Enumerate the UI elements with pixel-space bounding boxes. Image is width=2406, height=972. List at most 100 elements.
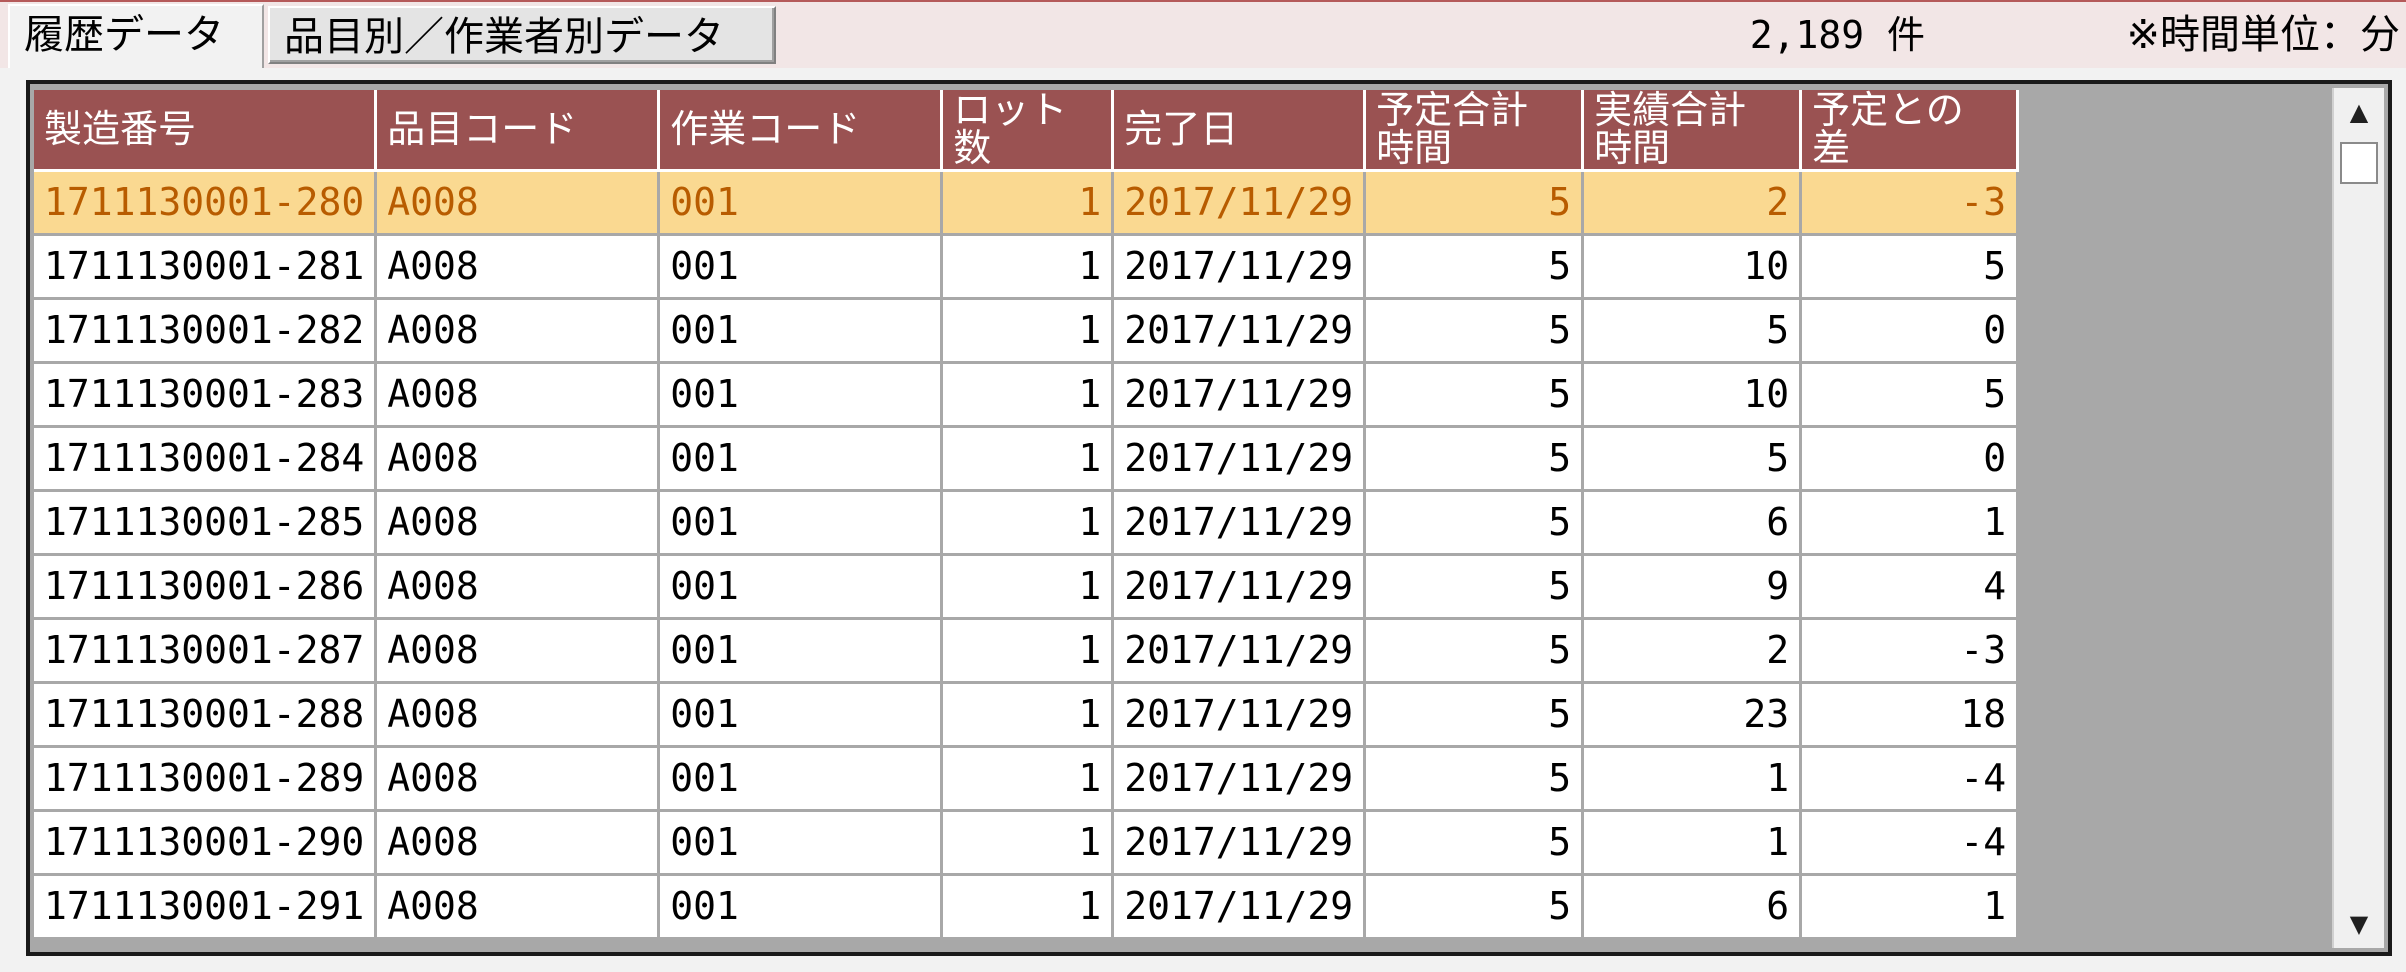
table-cell[interactable]: 1711130001-280: [34, 170, 378, 236]
table-cell[interactable]: 5: [1364, 298, 1585, 364]
table-row[interactable]: 1711130001-285 A008 001 1 2017/11/29 5 6 1: [34, 490, 2020, 556]
table-cell[interactable]: 1711130001-281: [34, 234, 378, 300]
table-cell[interactable]: 10: [1582, 234, 1803, 300]
table-cell[interactable]: 1711130001-287: [34, 618, 378, 684]
table-cell[interactable]: 5: [1364, 234, 1585, 300]
table-cell[interactable]: 1: [941, 682, 1115, 748]
table-cell[interactable]: 2017/11/29: [1112, 618, 1367, 684]
table-cell[interactable]: 1711130001-286: [34, 554, 378, 620]
table-cell[interactable]: 2017/11/29: [1112, 746, 1367, 812]
table-row[interactable]: 1711130001-286 A008 001 1 2017/11/29 5 9 4: [34, 554, 2020, 620]
table-row[interactable]: 1711130001-287 A008 001 1 2017/11/29 5 2 -3: [34, 618, 2020, 684]
column-header-1[interactable]: 品目コード: [375, 90, 661, 172]
table-cell[interactable]: 1711130001-283: [34, 362, 378, 428]
table-cell[interactable]: -4: [1800, 810, 2020, 876]
table-cell[interactable]: 10: [1582, 362, 1803, 428]
table-row[interactable]: 1711130001-280 A008 001 1 2017/11/29 5 2 -3: [34, 170, 2020, 236]
table-cell[interactable]: 5: [1364, 682, 1585, 748]
table-cell[interactable]: 5: [1364, 874, 1585, 940]
table-cell[interactable]: 5: [1364, 362, 1585, 428]
table-cell[interactable]: 1711130001-282: [34, 298, 378, 364]
column-header-5[interactable]: 予定合計 時間: [1364, 90, 1585, 172]
column-header-3[interactable]: ロット数: [941, 90, 1115, 172]
table-cell[interactable]: 9: [1582, 554, 1803, 620]
table-cell[interactable]: 5: [1364, 810, 1585, 876]
table-cell[interactable]: 2017/11/29: [1112, 170, 1367, 236]
table-cell[interactable]: -4: [1800, 746, 2020, 812]
table-cell[interactable]: 001: [658, 810, 944, 876]
table-cell[interactable]: 1711130001-285: [34, 490, 378, 556]
table-cell[interactable]: 001: [658, 874, 944, 940]
table-cell[interactable]: 5: [1582, 426, 1803, 492]
table-cell[interactable]: 1: [1800, 490, 2020, 556]
table-cell[interactable]: 001: [658, 426, 944, 492]
table-cell[interactable]: 001: [658, 170, 944, 236]
table-cell[interactable]: A008: [375, 810, 661, 876]
table-cell[interactable]: 001: [658, 554, 944, 620]
table-row[interactable]: 1711130001-282 A008 001 1 2017/11/29 5 5 0: [34, 298, 2020, 364]
table-cell[interactable]: 1: [941, 554, 1115, 620]
table-cell[interactable]: 1: [1582, 810, 1803, 876]
table-cell[interactable]: 0: [1800, 426, 2020, 492]
table-cell[interactable]: 1711130001-291: [34, 874, 378, 940]
table-row[interactable]: 1711130001-289 A008 001 1 2017/11/29 5 1 -4: [34, 746, 2020, 812]
table-cell[interactable]: 1711130001-289: [34, 746, 378, 812]
table-cell[interactable]: A008: [375, 682, 661, 748]
table-cell[interactable]: 1711130001-284: [34, 426, 378, 492]
table-cell[interactable]: 1711130001-288: [34, 682, 378, 748]
table-cell[interactable]: 001: [658, 234, 944, 300]
table-cell[interactable]: 18: [1800, 682, 2020, 748]
scroll-thumb[interactable]: [2340, 142, 2378, 184]
tab-history-data[interactable]: 履歴データ: [8, 4, 264, 68]
table-cell[interactable]: 5: [1364, 554, 1585, 620]
table-cell[interactable]: A008: [375, 618, 661, 684]
table-cell[interactable]: 5: [1364, 618, 1585, 684]
table-cell[interactable]: 2017/11/29: [1112, 490, 1367, 556]
table-cell[interactable]: 2017/11/29: [1112, 362, 1367, 428]
table-row[interactable]: 1711130001-288 A008 001 1 2017/11/29 5 23 18: [34, 682, 2020, 748]
table-cell[interactable]: 5: [1582, 298, 1803, 364]
table-cell[interactable]: 5: [1800, 234, 2020, 300]
table-cell[interactable]: 001: [658, 746, 944, 812]
scroll-up-icon[interactable]: ▲: [2334, 92, 2384, 132]
table-cell[interactable]: 001: [658, 682, 944, 748]
table-cell[interactable]: 2017/11/29: [1112, 234, 1367, 300]
table-cell[interactable]: 1: [1800, 874, 2020, 940]
table-cell[interactable]: 5: [1364, 170, 1585, 236]
table-cell[interactable]: 1: [941, 426, 1115, 492]
table-cell[interactable]: 1: [941, 298, 1115, 364]
table-row[interactable]: 1711130001-283 A008 001 1 2017/11/29 5 10 5: [34, 362, 2020, 428]
table-row[interactable]: 1711130001-284 A008 001 1 2017/11/29 5 5 0: [34, 426, 2020, 492]
tab-item-worker-data[interactable]: 品目別／作業者別データ: [268, 6, 776, 64]
table-cell[interactable]: -3: [1800, 618, 2020, 684]
table-cell[interactable]: 5: [1364, 490, 1585, 556]
column-header-6[interactable]: 実績合計 時間: [1582, 90, 1803, 172]
table-cell[interactable]: 2017/11/29: [1112, 554, 1367, 620]
scroll-down-icon[interactable]: ▼: [2334, 904, 2384, 944]
table-cell[interactable]: 2017/11/29: [1112, 874, 1367, 940]
table-cell[interactable]: A008: [375, 362, 661, 428]
table-cell[interactable]: 1: [941, 490, 1115, 556]
table-cell[interactable]: 4: [1800, 554, 2020, 620]
table-cell[interactable]: 1: [941, 810, 1115, 876]
column-header-2[interactable]: 作業コード: [658, 90, 944, 172]
table-cell[interactable]: 5: [1800, 362, 2020, 428]
table-cell[interactable]: 2: [1582, 170, 1803, 236]
table-cell[interactable]: 001: [658, 298, 944, 364]
table-cell[interactable]: 001: [658, 490, 944, 556]
table-cell[interactable]: A008: [375, 170, 661, 236]
table-cell[interactable]: 001: [658, 618, 944, 684]
table-cell[interactable]: 6: [1582, 874, 1803, 940]
column-header-7[interactable]: 予定との差: [1800, 90, 2020, 172]
table-cell[interactable]: 1: [941, 874, 1115, 940]
table-cell[interactable]: 1: [941, 618, 1115, 684]
table-cell[interactable]: A008: [375, 426, 661, 492]
table-cell[interactable]: 2017/11/29: [1112, 426, 1367, 492]
table-cell[interactable]: 2017/11/29: [1112, 298, 1367, 364]
table-cell[interactable]: A008: [375, 298, 661, 364]
table-cell[interactable]: A008: [375, 234, 661, 300]
table-cell[interactable]: 2017/11/29: [1112, 810, 1367, 876]
table-cell[interactable]: A008: [375, 554, 661, 620]
table-cell[interactable]: 001: [658, 362, 944, 428]
table-cell[interactable]: 1: [1582, 746, 1803, 812]
